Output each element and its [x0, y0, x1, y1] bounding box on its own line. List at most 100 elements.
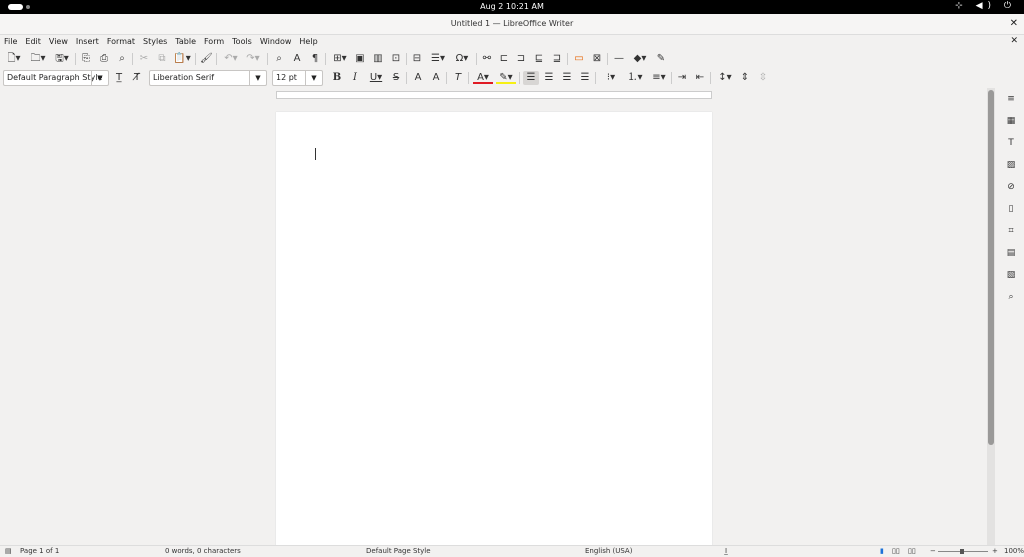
menu-file[interactable]: File: [0, 35, 21, 48]
zoom-level[interactable]: 100%: [1004, 547, 1024, 555]
track-changes-icon[interactable]: ⊠: [591, 52, 603, 66]
numbered-list-icon[interactable]: ⒈▾: [625, 71, 645, 85]
increase-indent-icon[interactable]: ⇥: [676, 71, 688, 85]
print-preview-icon[interactable]: ⌕: [116, 52, 128, 66]
chevron-down-icon[interactable]: ▼: [91, 71, 108, 85]
menu-edit[interactable]: Edit: [21, 35, 45, 48]
page-style[interactable]: Default Page Style: [366, 547, 431, 555]
system-tray[interactable]: ⊹ ◀) ⏻: [955, 1, 1016, 11]
page-count[interactable]: Page 1 of 1: [20, 547, 59, 555]
menu-insert[interactable]: Insert: [72, 35, 103, 48]
paragraph-spacing-decrease-icon[interactable]: ⇳: [757, 71, 769, 85]
basic-shapes-icon[interactable]: ◆▾: [629, 52, 651, 66]
sidebar-navigator-icon[interactable]: ⊘: [1005, 181, 1017, 193]
menu-format[interactable]: Format: [103, 35, 139, 48]
vertical-scrollbar[interactable]: [987, 88, 995, 545]
bullet-list-icon[interactable]: ⁝▾: [601, 71, 621, 85]
sidebar-page-icon[interactable]: ▯: [1005, 203, 1017, 215]
insert-field-icon[interactable]: ☰▾: [428, 52, 448, 66]
sidebar-find-icon[interactable]: ⌕: [1005, 291, 1017, 303]
print-icon[interactable]: ⎙: [98, 52, 110, 66]
cut-icon[interactable]: ✂: [138, 52, 150, 66]
decrease-indent-icon[interactable]: ⇤: [694, 71, 706, 85]
insert-mode-icon[interactable]: I̲: [725, 547, 727, 555]
align-right-icon[interactable]: ☰: [561, 71, 573, 85]
chevron-down-icon[interactable]: ▼: [305, 71, 322, 85]
update-style-icon[interactable]: T̲: [113, 71, 125, 85]
insert-table-icon[interactable]: ⊞▾: [330, 52, 350, 66]
save-icon[interactable]: 🖫▾: [52, 52, 72, 66]
insert-hyperlink-icon[interactable]: ⚯: [481, 52, 493, 66]
system-clock[interactable]: Aug 2 10:21 AM: [0, 2, 1024, 11]
insert-special-character-icon[interactable]: Ω▾: [451, 52, 473, 66]
horizontal-ruler[interactable]: [276, 91, 712, 99]
subscript-icon[interactable]: A: [430, 71, 442, 85]
strikethrough-icon[interactable]: S: [390, 71, 402, 85]
menu-table[interactable]: Table: [171, 35, 200, 48]
paragraph-style-select[interactable]: Default Paragraph Style ▼: [3, 70, 109, 86]
sidebar-styles-icon[interactable]: T: [1005, 137, 1017, 149]
font-size-select[interactable]: 12 pt ▼: [272, 70, 323, 86]
chevron-down-icon[interactable]: ▼: [249, 71, 266, 85]
menu-window[interactable]: Window: [256, 35, 296, 48]
sidebar-properties-icon[interactable]: ▦: [1005, 115, 1017, 127]
paragraph-spacing-icon[interactable]: ⇕: [739, 71, 751, 85]
find-replace-icon[interactable]: ⌕: [273, 52, 285, 66]
insert-chart-icon[interactable]: ▥: [372, 52, 384, 66]
insert-comment-icon[interactable]: ▭: [573, 52, 585, 66]
clear-formatting-icon[interactable]: T: [452, 71, 464, 85]
menu-styles[interactable]: Styles: [139, 35, 171, 48]
window-close-button[interactable]: ✕: [1010, 18, 1018, 29]
sidebar-design-icon[interactable]: ▧: [1005, 269, 1017, 281]
sidebar-style-inspector-icon[interactable]: ⌗: [1005, 225, 1017, 237]
align-center-icon[interactable]: ☰: [543, 71, 555, 85]
insert-bookmark-icon[interactable]: ⊑: [533, 52, 545, 66]
menu-view[interactable]: View: [45, 35, 72, 48]
insert-cross-reference-icon[interactable]: ⊒: [551, 52, 563, 66]
formatting-marks-icon[interactable]: ¶: [309, 52, 321, 66]
new-style-icon[interactable]: T̸: [131, 71, 143, 85]
insert-line-icon[interactable]: —: [613, 52, 625, 66]
sidebar-gallery-icon[interactable]: ▨: [1005, 159, 1017, 171]
outline-format-icon[interactable]: ≡▾: [649, 71, 669, 85]
insert-page-break-icon[interactable]: ⊟: [411, 52, 423, 66]
open-folder-icon[interactable]: 🗀▾: [28, 52, 48, 66]
sidebar-menu-icon[interactable]: ≡: [1005, 93, 1017, 105]
superscript-icon[interactable]: A: [412, 71, 424, 85]
single-page-view-icon[interactable]: ▮: [880, 547, 884, 555]
redo-icon[interactable]: ↷▾: [244, 52, 262, 66]
line-spacing-icon[interactable]: ↕▾: [715, 71, 735, 85]
font-color-icon[interactable]: A▾: [473, 71, 493, 84]
insert-endnote-icon[interactable]: ⊐: [515, 52, 527, 66]
clone-formatting-icon[interactable]: 🖌: [200, 52, 213, 66]
spelling-icon[interactable]: A: [291, 52, 303, 66]
menu-help[interactable]: Help: [295, 35, 321, 48]
bold-icon[interactable]: B: [331, 71, 343, 85]
zoom-in-icon[interactable]: +: [992, 547, 998, 555]
export-pdf-icon[interactable]: ⎘: [80, 52, 92, 66]
justify-icon[interactable]: ☰: [579, 71, 591, 85]
book-view-icon[interactable]: ▯▯: [908, 547, 916, 555]
document-page[interactable]: [276, 112, 712, 552]
insert-image-icon[interactable]: ▣: [354, 52, 366, 66]
draw-function-icon[interactable]: ✎: [655, 52, 667, 66]
close-document-button[interactable]: ✕: [1010, 36, 1018, 46]
word-count[interactable]: 0 words, 0 characters: [165, 547, 241, 555]
paste-icon[interactable]: 📋▾: [172, 52, 192, 66]
multi-page-view-icon[interactable]: ▯▯: [892, 547, 900, 555]
zoom-out-icon[interactable]: −: [930, 547, 936, 555]
text-language[interactable]: English (USA): [585, 547, 632, 555]
new-document-icon[interactable]: 🗋▾: [5, 52, 23, 66]
insert-textbox-icon[interactable]: ⊡: [390, 52, 402, 66]
align-left-icon[interactable]: ☰: [523, 71, 539, 85]
copy-icon[interactable]: ⧉: [156, 52, 168, 66]
menu-tools[interactable]: Tools: [228, 35, 256, 48]
zoom-slider-knob[interactable]: [960, 549, 964, 554]
underline-icon[interactable]: U▾: [366, 71, 386, 85]
insert-footnote-icon[interactable]: ⊏: [498, 52, 510, 66]
font-name-select[interactable]: Liberation Serif ▼: [149, 70, 267, 86]
highlight-color-icon[interactable]: ✎▾: [496, 71, 516, 84]
scrollbar-thumb[interactable]: [988, 90, 994, 445]
sidebar-manage-changes-icon[interactable]: ▤: [1005, 247, 1017, 259]
undo-icon[interactable]: ↶▾: [222, 52, 240, 66]
